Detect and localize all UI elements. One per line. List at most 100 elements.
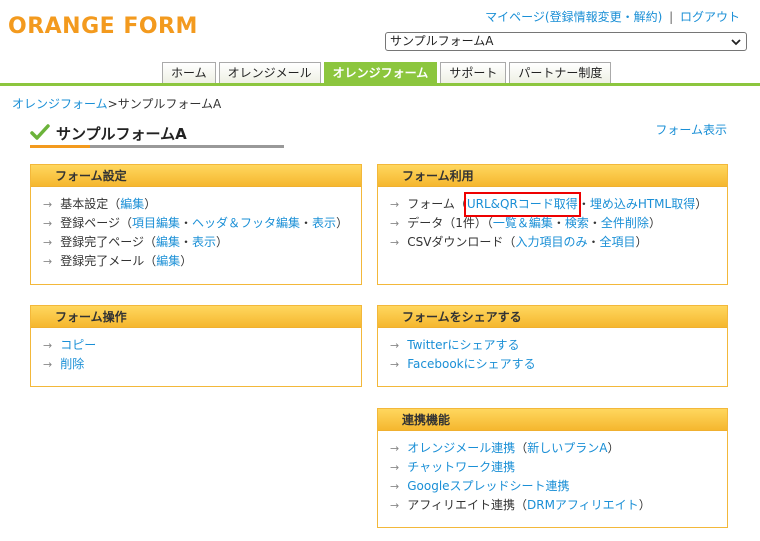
form-view-link[interactable]: フォーム表示 [655, 121, 727, 138]
panel-form-usage: フォーム利用 → フォーム（ URL&QRコード取得・埋め込みHTML取得） → … [377, 164, 728, 285]
paren-open: （ [515, 441, 528, 455]
paren-close: ） [180, 254, 193, 268]
nav-divider [0, 83, 760, 86]
panel-integrations: 連携機能 → オレンジメール連携（新しいプランA） → チャットワーク連携 → … [377, 408, 728, 528]
page-title-block: サンプルフォームA [30, 121, 284, 148]
dot: ・ [552, 216, 565, 230]
paren-close: ） [635, 235, 648, 249]
item-label: フォーム（ [407, 197, 467, 211]
paren-close: ） [607, 441, 620, 455]
form-select[interactable]: サンプルフォームA [385, 32, 747, 51]
top-links: マイページ(登録情報変更・解約) | ログアウト [485, 8, 740, 25]
panel-title: 連携機能 [378, 409, 727, 431]
dot: ・ [588, 216, 601, 230]
item-label: 登録ページ（ [60, 216, 132, 230]
paren-close: ） [638, 498, 651, 512]
copy-link[interactable]: コピー [60, 336, 96, 355]
breadcrumb-separator: > [107, 97, 118, 111]
csv-input-only-link[interactable]: 入力項目のみ [515, 233, 587, 252]
main-tabs: ホーム オレンジメール オレンジフォーム サポート パートナー制度 [162, 62, 612, 83]
url-qr-link[interactable]: URL&QRコード取得 [463, 192, 581, 217]
paren-close: ） [216, 235, 229, 249]
panel-title: フォーム設定 [31, 165, 361, 187]
item-label: アフィリエイト連携（ [407, 498, 527, 512]
top-links-separator: | [669, 10, 674, 24]
title-underline-accent [30, 145, 90, 148]
list-item: → オレンジメール連携（新しいプランA） [390, 439, 727, 458]
header-footer-edit-link[interactable]: ヘッダ＆フッタ編集 [192, 214, 300, 233]
list-item: → 登録完了メール（ 編集） [43, 252, 361, 271]
arrow-right-icon: → [390, 461, 400, 474]
list-item: → Twitterにシェアする [390, 336, 727, 355]
dot: ・ [577, 197, 590, 211]
panel-form-settings: フォーム設定 → 基本設定（ 編集） → 登録ページ（ 項目編集・ヘッダ＆フッタ編集… [30, 164, 362, 285]
delete-link[interactable]: 削除 [60, 355, 84, 374]
donepage-view-link[interactable]: 表示 [192, 233, 216, 252]
tab-support[interactable]: サポート [440, 62, 507, 83]
panel-title: フォーム利用 [378, 165, 727, 187]
drm-affiliate-link[interactable]: DRMアフィリエイト [527, 496, 639, 515]
arrow-right-icon: → [390, 236, 400, 249]
page-title: サンプルフォームA [56, 124, 187, 143]
dot: ・ [180, 235, 193, 249]
mypage-link[interactable]: マイページ(登録情報変更・解約) [485, 10, 662, 24]
google-sheet-integration-link[interactable]: Googleスプレッドシート連携 [407, 477, 569, 496]
breadcrumb-current: サンプルフォームA [117, 97, 222, 111]
list-item: → Facebookにシェアする [390, 355, 727, 374]
paren-close: ） [336, 216, 349, 230]
arrow-right-icon: → [390, 480, 400, 493]
list-item: → 基本設定（ 編集） [43, 195, 361, 214]
donepage-edit-link[interactable]: 編集 [156, 233, 180, 252]
item-label: 登録完了ページ（ [60, 235, 156, 249]
regpage-view-link[interactable]: 表示 [312, 214, 336, 233]
breadcrumb-root-link[interactable]: オレンジフォーム [12, 97, 108, 111]
dot: ・ [300, 216, 313, 230]
arrow-right-icon: → [390, 442, 400, 455]
list-item: → 登録ページ（ 項目編集・ヘッダ＆フッタ編集・表示） [43, 214, 361, 233]
panel-form-share: フォームをシェアする → Twitterにシェアする → Facebookにシェ… [377, 305, 728, 387]
arrow-right-icon: → [390, 339, 400, 352]
data-search-link[interactable]: 検索 [565, 214, 589, 233]
logo-text: ORANGE FORM [8, 14, 198, 39]
data-delete-all-link[interactable]: 全件削除 [601, 214, 649, 233]
logo[interactable]: ORANGE FORM [8, 14, 198, 39]
tab-orange-form[interactable]: オレンジフォーム [323, 62, 438, 83]
list-item: → データ（1件）（ 一覧＆編集・検索・全件削除） [390, 214, 727, 233]
paren-close: ） [648, 216, 661, 230]
twitter-share-link[interactable]: Twitterにシェアする [407, 336, 519, 355]
chatwork-integration-link[interactable]: チャットワーク連携 [407, 458, 515, 477]
arrow-right-icon: → [43, 339, 53, 352]
list-item: → 削除 [43, 355, 361, 374]
logout-link[interactable]: ログアウト [680, 10, 740, 24]
data-list-edit-link[interactable]: 一覧＆編集 [493, 214, 553, 233]
tab-orange-mail[interactable]: オレンジメール [218, 62, 321, 83]
basic-edit-link[interactable]: 編集 [120, 195, 144, 214]
arrow-right-icon: → [390, 217, 400, 230]
paren-close: ） [144, 197, 157, 211]
list-item: → CSVダウンロード（ 入力項目のみ・全項目） [390, 233, 727, 252]
tab-partner[interactable]: パートナー制度 [509, 62, 612, 83]
breadcrumb: オレンジフォーム>サンプルフォームA [12, 95, 221, 112]
list-item: → チャットワーク連携 [390, 458, 727, 477]
facebook-share-link[interactable]: Facebookにシェアする [407, 355, 535, 374]
embed-html-link[interactable]: 埋め込みHTML取得 [590, 195, 695, 214]
arrow-right-icon: → [390, 358, 400, 371]
list-item: → アフィリエイト連携（ DRMアフィリエイト） [390, 496, 727, 515]
donemail-edit-link[interactable]: 編集 [156, 252, 180, 271]
dot: ・ [180, 216, 193, 230]
item-label: CSVダウンロード（ [407, 235, 516, 249]
chevron-down-icon [731, 39, 741, 46]
orange-mail-integration-link[interactable]: オレンジメール連携 [407, 439, 515, 458]
checkmark-icon [30, 124, 50, 140]
item-label: 登録完了メール（ [60, 254, 157, 268]
arrow-right-icon: → [43, 358, 53, 371]
list-item: → フォーム（ URL&QRコード取得・埋め込みHTML取得） [390, 192, 727, 217]
fields-edit-link[interactable]: 項目編集 [132, 214, 180, 233]
arrow-right-icon: → [43, 217, 53, 230]
list-item: → 登録完了ページ（ 編集・表示） [43, 233, 361, 252]
new-plan-link[interactable]: 新しいプランA [527, 439, 607, 458]
paren-close: ） [695, 197, 708, 211]
tab-home[interactable]: ホーム [162, 62, 216, 83]
csv-all-link[interactable]: 全項目 [599, 233, 635, 252]
arrow-right-icon: → [43, 236, 53, 249]
